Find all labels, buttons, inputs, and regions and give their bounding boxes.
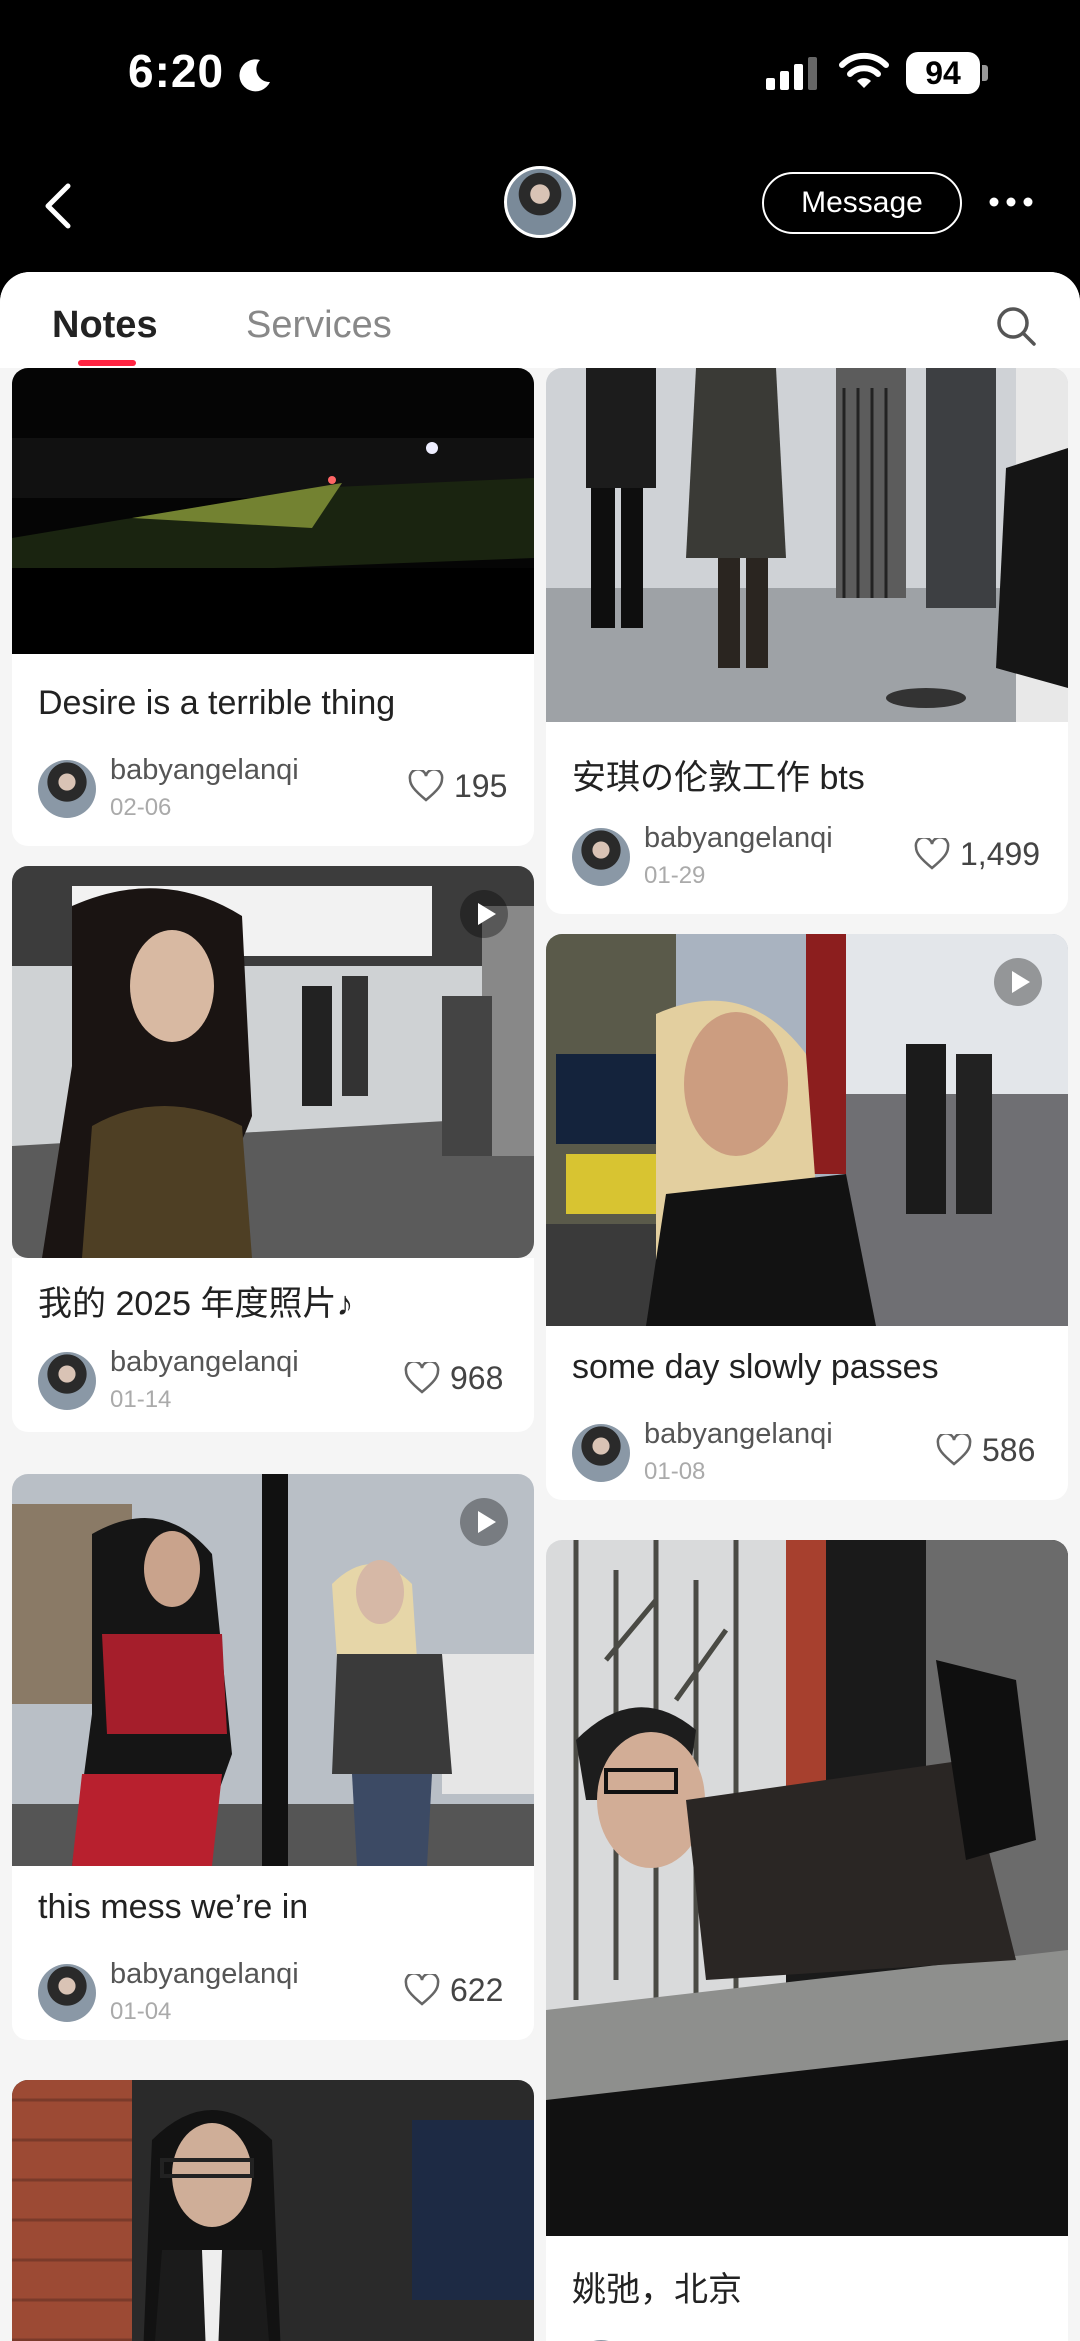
note-card[interactable]	[12, 866, 534, 1258]
note-card[interactable]: Desire is a terrible thing babyangelanqi…	[12, 368, 534, 846]
note-title: some day slowly passes	[572, 1348, 939, 1386]
status-time: 6:20	[128, 45, 225, 97]
note-date: 02-06	[110, 794, 172, 821]
note-card-footer[interactable]: 我的 2025 年度照片♪ babyangelanqi 01-14 968	[12, 1258, 534, 1432]
note-card[interactable]	[12, 2080, 534, 2341]
note-image	[546, 368, 1068, 722]
note-date: 01-08	[644, 1458, 706, 1485]
message-button[interactable]: Message	[762, 172, 962, 234]
note-title: 我的 2025 年度照片♪	[38, 1285, 354, 1323]
signal-icon	[766, 57, 817, 90]
status-bar: 6:20 94	[0, 0, 1080, 150]
note-image	[12, 368, 534, 654]
author-avatar	[38, 760, 96, 818]
note-image	[546, 1540, 1068, 2236]
heart-icon[interactable]	[404, 1974, 440, 2006]
like-count: 586	[982, 1432, 1036, 1468]
note-image	[12, 2080, 534, 2341]
like-count: 1,499	[960, 836, 1041, 872]
play-icon	[994, 958, 1042, 1006]
note-image	[12, 866, 534, 1258]
battery-level: 94	[906, 52, 980, 94]
note-title: 安琪の伦敦工作 bts	[572, 759, 865, 797]
like-count: 622	[450, 1972, 504, 2008]
author-name: babyangelanqi	[110, 1346, 299, 1378]
author-name: babyangelanqi	[644, 822, 833, 854]
note-title: this mess we’re in	[38, 1888, 309, 1926]
note-card[interactable]: this mess we’re in babyangelanqi 01-04 6…	[12, 1474, 534, 2040]
play-icon	[460, 1498, 508, 1546]
note-date: 01-04	[110, 1998, 172, 2025]
heart-icon[interactable]	[914, 838, 950, 870]
note-title: Desire is a terrible thing	[38, 684, 396, 722]
note-card[interactable]: 安琪の伦敦工作 bts babyangelanqi 01-29 1,499	[546, 368, 1068, 914]
more-dots-icon[interactable]	[986, 190, 1036, 214]
back-chevron-icon[interactable]	[40, 180, 76, 232]
tab-services[interactable]: Services	[246, 304, 392, 347]
note-image	[546, 934, 1068, 1326]
author-name: babyangelanqi	[110, 1958, 299, 1990]
author-avatar	[572, 828, 630, 886]
like-count: 968	[450, 1360, 504, 1396]
note-title: 姚弛，北京	[572, 2271, 742, 2309]
play-icon	[460, 890, 508, 938]
author-avatar	[572, 1424, 630, 1482]
moon-icon	[239, 59, 270, 92]
battery-icon: 94	[906, 52, 988, 94]
active-tab-indicator	[78, 360, 136, 366]
author-name: babyangelanqi	[644, 1418, 833, 1450]
search-icon[interactable]	[994, 304, 1038, 348]
tab-notes[interactable]: Notes	[52, 304, 158, 347]
author-name: babyangelanqi	[110, 754, 299, 786]
author-avatar	[38, 1352, 96, 1410]
note-date: 01-29	[644, 862, 706, 889]
note-card[interactable]: some day slowly passes babyangelanqi 01-…	[546, 934, 1068, 1500]
heart-icon[interactable]	[408, 770, 444, 802]
author-avatar	[38, 1964, 96, 2022]
note-card[interactable]: 姚弛，北京	[546, 1540, 1068, 2341]
like-count: 195	[454, 768, 508, 804]
heart-icon[interactable]	[936, 1434, 972, 1466]
notes-panel: Notes Services Desire is a terrible thin…	[0, 272, 1080, 2341]
note-image	[12, 1474, 534, 1866]
tab-bar: Notes Services	[0, 272, 1080, 368]
wifi-icon	[839, 52, 889, 88]
profile-avatar[interactable]	[504, 166, 576, 238]
heart-icon[interactable]	[404, 1362, 440, 1394]
note-date: 01-14	[110, 1386, 172, 1413]
